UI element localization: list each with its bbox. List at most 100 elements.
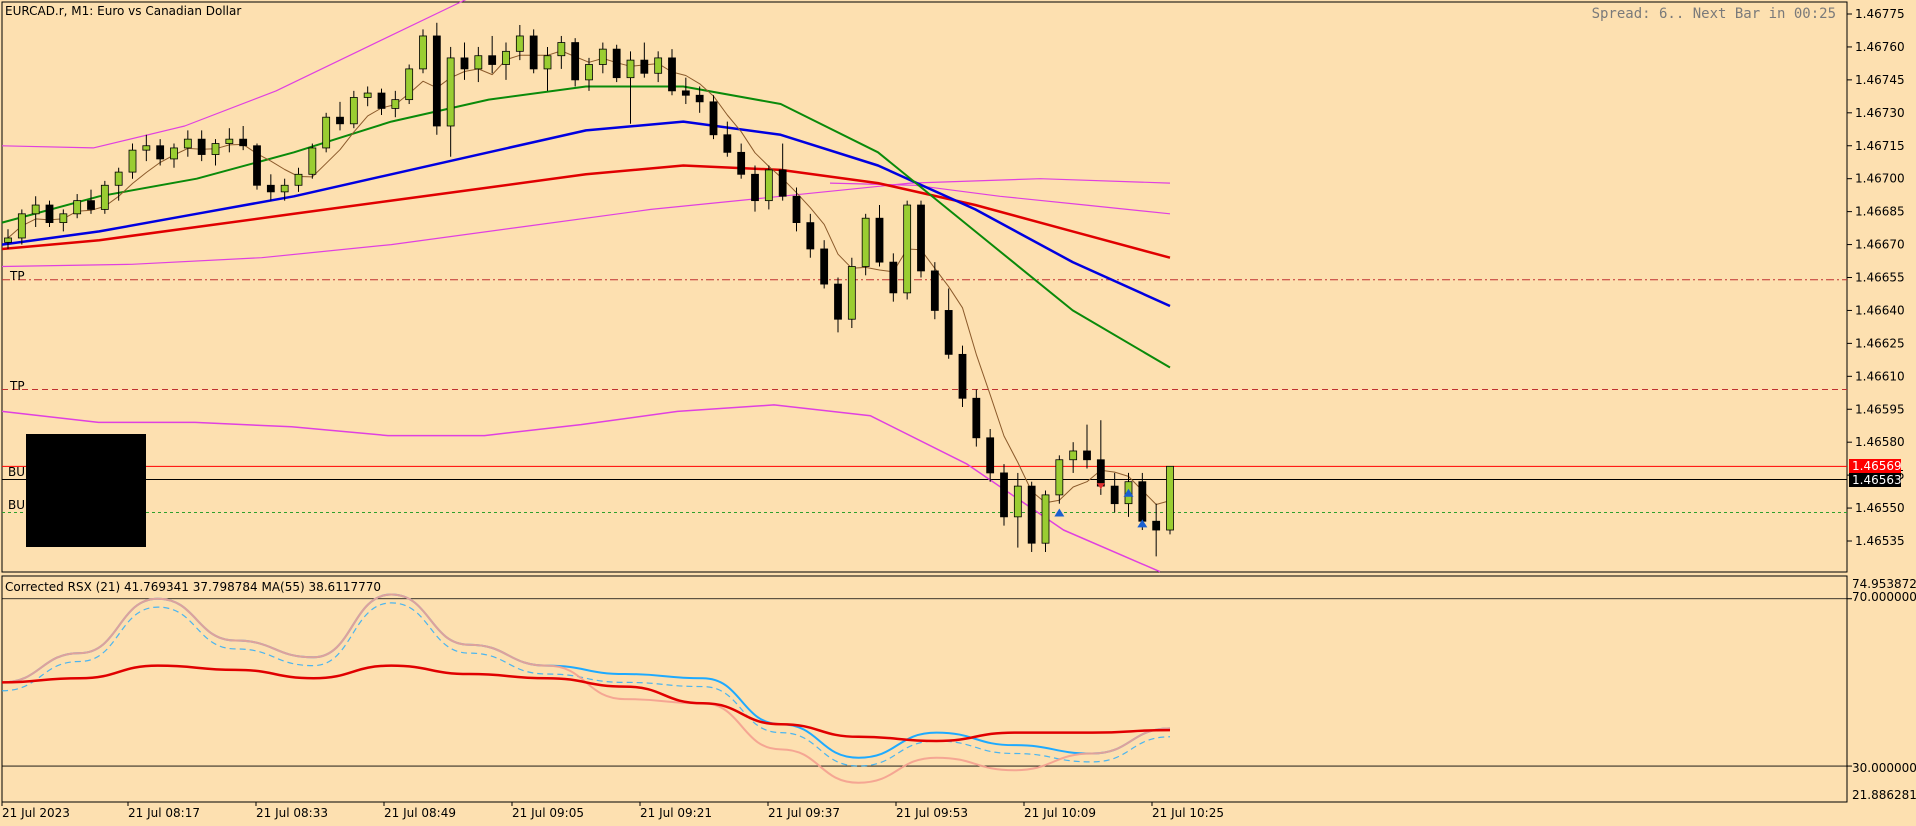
price-tick-label: 1.46760 [1855,40,1905,54]
bull-candle [225,138,234,144]
bear-candle [1000,472,1008,518]
bear-candle [1110,485,1119,505]
bear-candle [488,55,497,65]
time-tick-label: 21 Jul 09:21 [640,806,712,820]
bear-candle [432,35,441,127]
bull-candle [861,217,870,267]
time-tick-label: 21 Jul 08:49 [384,806,456,820]
tp-label-1: TP [9,269,25,283]
rsx-scale-bottom: 21.886281 [1852,788,1916,802]
time-tick-label: 21 Jul 09:37 [768,806,840,820]
tp-label-2: TP [9,379,25,393]
bear-candle [695,94,704,103]
bear-candle [1138,481,1147,522]
bull-candle [515,35,524,52]
time-tick-label: 21 Jul 08:33 [256,806,328,820]
bull-candle [543,55,552,70]
bear-candle [1083,450,1091,461]
time-tick-label: 21 Jul 10:25 [1152,806,1224,820]
bull-candle [405,68,414,101]
time-tick-label: 21 Jul 08:17 [128,806,200,820]
bear-candle [529,35,538,70]
bull-candle [1166,465,1174,531]
bull-candle [1013,485,1022,518]
time-axis: 21 Jul 2023 21 Jul 08:17 21 Jul 08:33 21 Ju… [1,802,1224,820]
bear-candle [668,57,676,92]
price-tick-label: 1.46730 [1855,106,1905,120]
bear-candle [972,397,981,439]
bear-candle [612,48,621,79]
buy-label-1: BU [8,465,25,479]
bull-candle [73,200,82,215]
bull-candle [654,57,663,74]
time-tick-label: 21 Jul 09:05 [512,806,584,820]
price-tick-label: 1.46640 [1855,303,1905,317]
price-pane-frame [1,1,1848,573]
bear-candle [709,101,718,136]
time-tick-label: 21 Jul 09:53 [896,806,968,820]
bear-candle [986,437,995,474]
rsx-scale-top: 74.953872 [1852,577,1916,591]
bull-candle [557,42,566,57]
bull-candle [585,64,593,81]
bear-candle [336,116,344,125]
bull-candle [764,169,773,202]
bull-candle [280,184,289,193]
bull-candle [4,237,12,243]
trading-chart[interactable]: 1.46775 1.46760 1.46745 1.46730 1.46715 1.467… [0,0,1916,826]
bear-candle [640,59,649,74]
bull-candle [419,35,427,70]
time-tick-label: 21 Jul 2023 [2,806,70,820]
bull-candle [847,266,856,320]
bear-candle [571,42,580,81]
bear-candle [1096,459,1105,487]
bear-candle [778,169,787,197]
bull-candle [1041,494,1050,544]
bull-candle [322,116,331,149]
rsx-level-70-label: 70.000000 [1852,590,1916,604]
bear-candle [87,200,95,210]
bull-candle [1055,459,1064,496]
bull-candle [1069,450,1078,461]
bear-candle [917,204,925,272]
bull-candle [211,143,220,155]
bear-candle [253,145,261,186]
bull-candle [17,213,26,239]
bull-candle [114,171,123,186]
bear-candle [875,217,884,263]
indicator-pane-frame [1,575,1848,803]
bull-candle [128,149,137,173]
bear-candle [834,283,842,320]
price-tick-label: 1.46700 [1855,172,1905,186]
bull-candle [474,55,483,70]
bear-candle [239,138,248,147]
price-tick-label: 1.46550 [1855,501,1905,515]
bull-candle [294,173,303,186]
bear-candle [460,57,469,70]
bull-candle [349,97,358,125]
bear-candle [197,138,206,155]
bear-candle [266,184,275,193]
bear-candle [723,134,732,153]
spread-info: Spread: 6.. Next Bar in 00:25 [1592,6,1836,22]
price-tick-label: 1.46745 [1855,73,1905,87]
bear-candle [377,92,386,109]
bull-candle [391,99,400,109]
bull-candle [183,138,192,149]
bull-candle [308,147,317,175]
bull-candle [100,184,109,210]
rsx-level-30-label: 30.000000 [1852,761,1916,775]
price-tick-label: 1.46685 [1855,205,1905,219]
bull-candle [626,59,635,79]
bull-candle [170,147,178,160]
bull-candle [363,92,372,98]
rsx-label: Corrected RSX (21) 41.769341 37.798784 M… [5,580,381,594]
bear-candle [930,270,939,311]
bear-candle [792,195,801,224]
bear-candle [156,145,165,160]
bull-candle [598,48,607,65]
info-panel-box [26,434,146,547]
price-tick-label: 1.46670 [1855,238,1905,252]
bull-candle [903,204,912,294]
bid-price-tag: 1.46569 [1852,459,1902,473]
